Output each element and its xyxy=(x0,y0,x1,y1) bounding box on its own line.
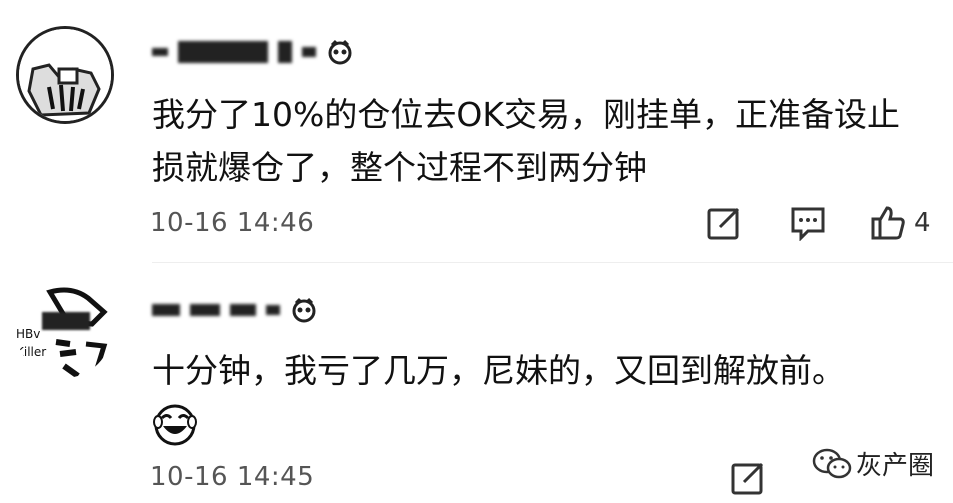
username[interactable] xyxy=(152,32,354,72)
avatar-image: HBv Killer xyxy=(16,282,112,378)
username-redacted xyxy=(266,305,280,315)
comment-actions: 4 xyxy=(706,205,931,241)
share-icon[interactable] xyxy=(706,205,742,241)
avatar-text: Killer xyxy=(16,345,46,359)
user-badge-icon xyxy=(328,39,352,65)
avatar-text: HBv xyxy=(16,327,40,341)
comment-time: 10-16 14:45 xyxy=(150,462,315,492)
username-redacted xyxy=(302,47,316,57)
user-badge-icon xyxy=(292,297,316,323)
username-redacted xyxy=(152,48,168,56)
username-redacted xyxy=(278,41,292,63)
avatar[interactable] xyxy=(16,26,114,124)
avatar-image xyxy=(19,29,111,121)
username-redacted xyxy=(152,304,180,316)
comment-text: 十分钟，我亏了几万，尼妹的，又回到解放前。 xyxy=(152,351,845,390)
username-redacted xyxy=(230,304,256,316)
watermark-text: 灰产圈 xyxy=(856,451,935,481)
thumbs-up-icon[interactable] xyxy=(870,205,906,241)
username[interactable] xyxy=(152,290,318,330)
avatar[interactable]: HBv Killer xyxy=(16,282,112,378)
watermark: 灰产圈 xyxy=(812,445,934,482)
wechat-icon xyxy=(812,448,852,478)
comment-1: 我分了10%的仓位去OK交易，刚挂单，正准备设止损就爆仓了，整个过程不到两分钟 … xyxy=(0,0,953,262)
comment-text: 我分了10%的仓位去OK交易，刚挂单，正准备设止损就爆仓了，整个过程不到两分钟 xyxy=(152,95,900,187)
reply-icon[interactable] xyxy=(790,205,826,241)
comment-actions xyxy=(730,460,766,496)
like-count: 4 xyxy=(914,208,931,238)
username-redacted xyxy=(178,41,268,63)
share-icon[interactable] xyxy=(730,460,766,496)
laughing-emoji-icon xyxy=(153,404,197,446)
comment-2: HBv Killer 十分钟，我亏了几万，尼妹的，又回到解放前。 10-16 1… xyxy=(0,262,953,503)
comment-time: 10-16 14:46 xyxy=(150,208,315,238)
username-redacted xyxy=(190,304,220,316)
